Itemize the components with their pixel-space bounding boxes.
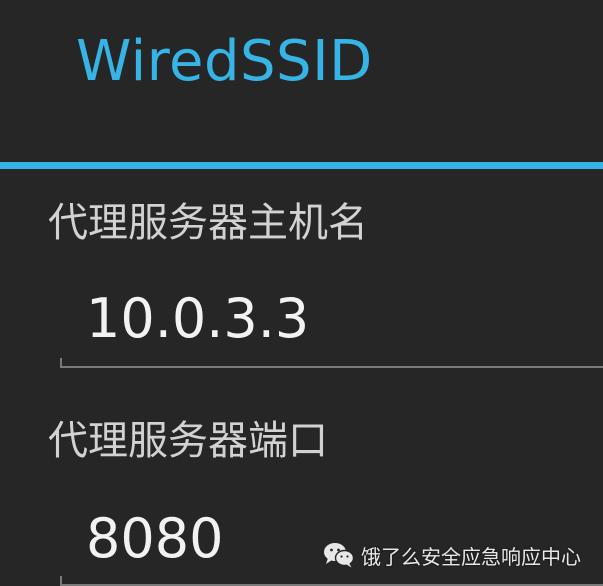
proxy-port-field[interactable]: 8080: [86, 506, 223, 572]
watermark: 饿了么安全应急响应中心: [323, 538, 581, 572]
proxy-host-field[interactable]: 10.0.3.3: [86, 286, 309, 352]
proxy-host-field-underline: [60, 358, 603, 368]
title-divider: [0, 162, 603, 169]
watermark-text: 饿了么安全应急响应中心: [361, 544, 581, 569]
proxy-port-label: 代理服务器端口: [48, 418, 328, 464]
dialog-title: WiredSSID: [76, 29, 373, 94]
wechat-icon: [323, 541, 355, 569]
proxy-host-label: 代理服务器主机名: [48, 200, 368, 246]
